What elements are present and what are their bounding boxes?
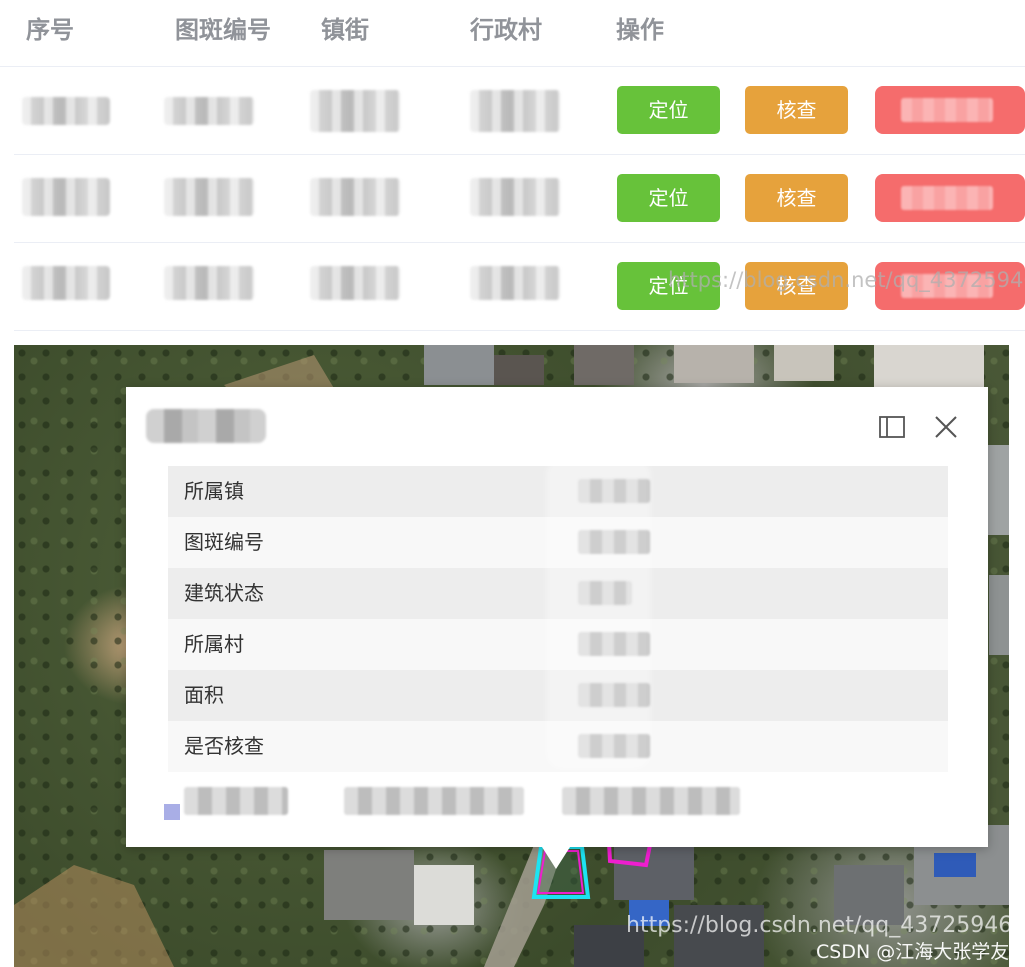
building-roof (424, 345, 494, 385)
cell-parcel-redacted (164, 97, 254, 125)
building-roof (614, 845, 694, 900)
building-roof (674, 345, 754, 383)
building-roof (834, 865, 904, 925)
header-parcel-number: 图斑编号 (175, 16, 271, 44)
legend-swatch (164, 804, 180, 820)
blue-roof (629, 900, 669, 926)
check-button[interactable]: 核查 (745, 262, 848, 310)
table-row: 定位 核查 (14, 154, 1025, 243)
popup-footer-redacted (344, 787, 524, 815)
info-label: 面积 (184, 683, 224, 707)
building-roof (494, 355, 544, 385)
cell-index-redacted (22, 178, 110, 216)
info-label: 所属村 (184, 632, 244, 656)
cell-village-redacted (470, 178, 560, 216)
building-roof (324, 850, 414, 920)
building-roof (414, 865, 474, 925)
info-label: 图斑编号 (184, 530, 264, 554)
dirt-path (14, 865, 174, 967)
delete-button[interactable] (875, 262, 1025, 310)
popup-footer-redacted (562, 787, 740, 815)
check-button[interactable]: 核查 (745, 174, 848, 222)
popup-pointer (542, 847, 570, 869)
blue-roof (934, 853, 976, 877)
cell-parcel-redacted (164, 178, 254, 216)
popup-footer-redacted (184, 787, 288, 815)
cell-town-redacted (310, 266, 400, 300)
locate-button[interactable]: 定位 (617, 86, 720, 134)
check-button[interactable]: 核查 (745, 86, 848, 134)
building-roof (774, 345, 834, 381)
info-label: 是否核查 (184, 734, 264, 758)
table-row: 定位 核查 https://blog.csdn.net/qq_43725946 (14, 242, 1025, 331)
header-village: 行政村 (470, 16, 542, 44)
cell-village-redacted (470, 266, 560, 300)
delete-button[interactable] (875, 86, 1025, 134)
building-roof (874, 345, 984, 390)
cell-town-redacted (310, 178, 400, 216)
header-index: 序号 (26, 16, 74, 44)
header-town: 镇街 (321, 16, 369, 44)
popup-title-redacted (146, 409, 266, 443)
info-label: 建筑状态 (184, 581, 264, 605)
redaction-overlay (546, 459, 651, 769)
cell-index-redacted (22, 266, 110, 300)
table-header: 序号 图斑编号 镇街 行政村 操作 (0, 0, 1025, 67)
cell-town-redacted (310, 90, 400, 132)
header-actions: 操作 (616, 16, 664, 44)
building-roof (574, 925, 644, 967)
maximize-icon[interactable] (878, 413, 906, 441)
building-roof (989, 575, 1009, 655)
building-roof (574, 345, 634, 385)
cell-index-redacted (22, 97, 110, 125)
locate-button[interactable]: 定位 (617, 174, 720, 222)
cell-village-redacted (470, 90, 560, 132)
delete-label-redacted (901, 98, 993, 122)
delete-label-redacted (901, 186, 993, 210)
feature-popup: 所属镇 图斑编号 建筑状态 所属村 面积 是否核查 (126, 387, 988, 869)
locate-button[interactable]: 定位 (617, 262, 720, 310)
delete-label-redacted (901, 274, 993, 298)
delete-button[interactable] (875, 174, 1025, 222)
table-row: 定位 核查 (14, 66, 1025, 155)
cell-parcel-redacted (164, 266, 254, 300)
close-icon[interactable] (932, 413, 960, 441)
building-roof (674, 905, 764, 967)
info-label: 所属镇 (184, 479, 244, 503)
